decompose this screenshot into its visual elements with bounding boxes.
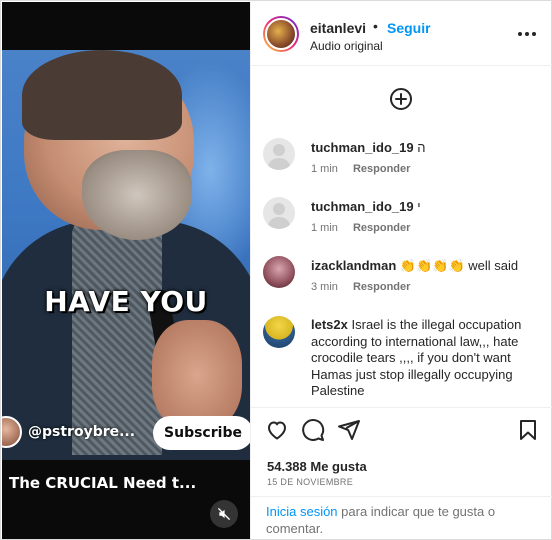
commenter-username[interactable]: tuchman_ido_19 — [311, 140, 414, 155]
author-avatar[interactable] — [263, 16, 299, 52]
comment-text: ה — [417, 140, 426, 155]
channel-handle: @pstroybre... — [28, 424, 136, 440]
mute-icon — [218, 508, 230, 520]
login-prompt: Inicia sesión para indicar que te gusta … — [251, 496, 552, 540]
login-link[interactable]: Inicia sesión — [266, 504, 338, 519]
comments-list: tuchman_ido_19 ה 1 min Responder tuchman… — [251, 67, 552, 407]
post-actions: 54.388 Me gusta 15 DE NOVIEMBRE Inicia s… — [251, 407, 552, 539]
audio-link[interactable]: Audio original — [310, 39, 383, 53]
channel-row: @pstroybre... Subscribe — [2, 414, 250, 454]
commenter-avatar[interactable] — [263, 138, 295, 170]
comment-text: י — [417, 199, 421, 214]
commenter-username[interactable]: lets2x — [311, 317, 348, 332]
comment-time: 3 min — [311, 281, 338, 293]
commenter-avatar[interactable] — [263, 256, 295, 288]
reply-button[interactable]: Responder — [353, 163, 410, 175]
heart-icon[interactable] — [265, 418, 289, 442]
video-caption: The CRUCIAL Need t... — [9, 474, 197, 492]
commenter-username[interactable]: tuchman_ido_19 — [311, 199, 414, 214]
add-comment-icon[interactable] — [389, 87, 413, 111]
video-frame — [2, 50, 250, 460]
post-date: 15 DE NOVIEMBRE — [267, 477, 354, 487]
comment-text: 👏👏👏👏 well said — [399, 258, 519, 273]
share-icon[interactable] — [337, 418, 361, 442]
bookmark-icon[interactable] — [516, 418, 540, 442]
follow-button[interactable]: Seguir — [387, 20, 431, 36]
post-dialog: HAVE YOU @pstroybre... Subscribe The CRU… — [0, 0, 552, 540]
reel-video[interactable]: HAVE YOU @pstroybre... Subscribe The CRU… — [2, 2, 250, 539]
separator-dot: • — [373, 18, 378, 34]
commenter-avatar[interactable] — [263, 316, 295, 348]
reply-button[interactable]: Responder — [353, 222, 410, 234]
channel-avatar — [2, 416, 22, 448]
comment-time: 1 min — [311, 163, 338, 175]
reply-button[interactable]: Responder — [353, 281, 410, 293]
commenter-avatar[interactable] — [263, 197, 295, 229]
comment-time: 1 min — [311, 222, 338, 234]
post-side-panel: eitanlevi • Seguir Audio original tuchma… — [250, 2, 552, 539]
more-options-button[interactable] — [515, 24, 539, 44]
more-icon — [518, 32, 536, 36]
commenter-username[interactable]: izacklandman — [311, 258, 396, 273]
author-username[interactable]: eitanlevi — [310, 20, 366, 36]
subscribe-button[interactable]: Subscribe — [153, 416, 250, 450]
post-header: eitanlevi • Seguir Audio original — [251, 2, 552, 66]
mute-button[interactable] — [210, 500, 238, 528]
comment-icon[interactable] — [301, 418, 325, 442]
likes-count[interactable]: 54.388 Me gusta — [267, 459, 367, 474]
video-overlay-text: HAVE YOU — [44, 285, 208, 318]
